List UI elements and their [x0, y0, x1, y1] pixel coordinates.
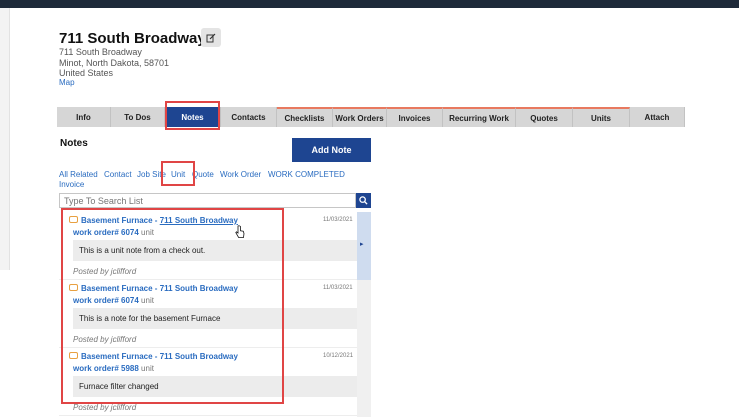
edit-icon: [206, 33, 216, 42]
notes-heading: Notes: [60, 138, 88, 149]
note-date: 10/12/2021: [323, 353, 354, 359]
search-icon: [359, 196, 368, 205]
add-note-button[interactable]: Add Note: [292, 138, 371, 162]
edit-site-button[interactable]: [201, 28, 221, 47]
notes-scrollbar[interactable]: ▸: [357, 212, 371, 417]
page-title: 711 South Broadway: [59, 30, 206, 47]
filter-work-completed[interactable]: WORK COMPLETED: [268, 170, 345, 179]
chevron-right-icon: ▸: [360, 241, 364, 248]
note-date: 11/03/2021: [323, 217, 353, 223]
tab-to-dos[interactable]: To Dos: [111, 107, 165, 127]
search-button[interactable]: [356, 193, 371, 208]
filter-work-order[interactable]: Work Order: [220, 170, 261, 179]
filter-invoice[interactable]: Invoice: [59, 180, 84, 189]
filter-contact[interactable]: Contact: [104, 170, 132, 179]
tab-checklists[interactable]: Checklists: [277, 107, 333, 127]
tab-attach[interactable]: Attach: [630, 107, 685, 127]
notes-search-input[interactable]: [59, 193, 356, 208]
tab-recurring-work[interactable]: Recurring Work: [443, 107, 516, 127]
tab-contacts[interactable]: Contacts: [221, 107, 277, 127]
filter-all-related[interactable]: All Related: [59, 170, 98, 179]
address-line-2: Minot, North Dakota, 58701: [59, 58, 170, 68]
address-line-1: 711 South Broadway: [59, 47, 142, 57]
tab-units[interactable]: Units: [573, 107, 630, 127]
tab-work-orders[interactable]: Work Orders: [333, 107, 387, 127]
note-posted-by: Posted by jclifford: [73, 403, 137, 412]
top-app-bar: [0, 0, 739, 8]
highlight-note-titles: [61, 208, 284, 404]
tab-info[interactable]: Info: [57, 107, 111, 127]
note-date: 11/03/2021: [323, 285, 353, 291]
highlight-notes-tab: [165, 101, 220, 130]
filter-quote[interactable]: Quote: [192, 170, 214, 179]
left-sidebar-strip: [0, 8, 10, 270]
address-line-3: United States: [59, 68, 114, 78]
tab-bar: Info To Dos Notes Contacts Checklists Wo…: [57, 107, 685, 127]
pointer-cursor-icon: [235, 225, 245, 238]
highlight-unit-filter: [161, 161, 195, 186]
map-link[interactable]: Map: [59, 78, 75, 87]
tab-invoices[interactable]: Invoices: [387, 107, 443, 127]
tab-quotes[interactable]: Quotes: [516, 107, 573, 127]
